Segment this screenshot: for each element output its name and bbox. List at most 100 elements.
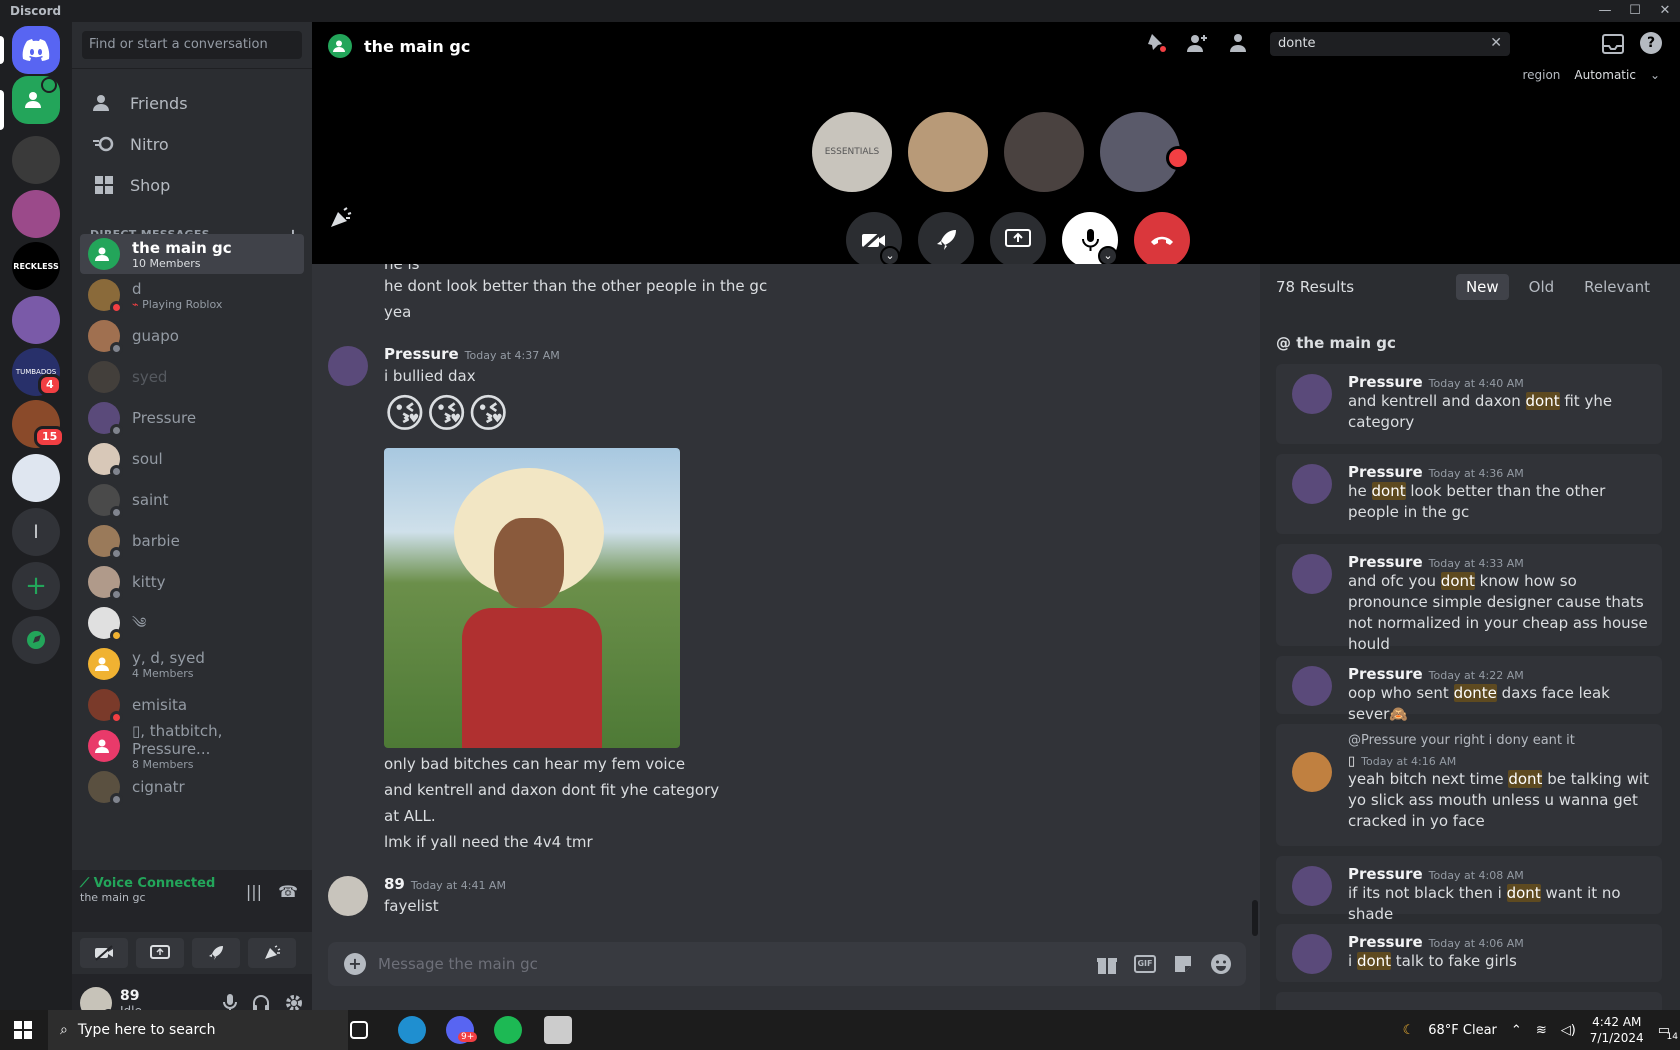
search-input[interactable]: donte ✕ xyxy=(1270,32,1510,56)
dm-item[interactable]: cignatr xyxy=(80,767,304,807)
activity-rocket-icon[interactable] xyxy=(192,938,240,968)
sort-tabs: New Old Relevant xyxy=(1455,274,1660,300)
search-result[interactable]: Pressure Today at 4:40 AM and kentrell an… xyxy=(1276,364,1662,444)
tab-new[interactable]: New xyxy=(1455,274,1509,300)
clear-search-icon[interactable]: ✕ xyxy=(1490,35,1502,51)
tray-chevron-icon[interactable]: ⌃ xyxy=(1511,1023,1522,1038)
noise-suppression-icon[interactable]: ||| xyxy=(246,882,262,901)
inbox-icon[interactable] xyxy=(1602,34,1624,54)
dm-item[interactable]: emisita xyxy=(80,685,304,725)
pin-icon[interactable] xyxy=(1146,32,1168,54)
hang-up-button[interactable] xyxy=(1134,212,1190,268)
reckless-server-icon[interactable]: RECKLESS xyxy=(12,242,60,290)
server-icon[interactable] xyxy=(12,136,60,184)
region-selector[interactable]: region Automatic ⌄ xyxy=(1522,68,1660,82)
server-icon[interactable] xyxy=(12,454,60,502)
maximize-button[interactable]: ☐ xyxy=(1620,0,1650,22)
message-input[interactable]: Message the main gc xyxy=(378,955,538,973)
message-composer[interactable]: + Message the main gc GIF xyxy=(328,942,1246,986)
dm-item[interactable]: syed xyxy=(80,357,304,397)
message-author[interactable]: Pressure xyxy=(384,345,459,363)
voice-connected-label[interactable]: ⟋ Voice Connected xyxy=(80,876,304,891)
dm-item[interactable]: d ⌁ Playing Roblox xyxy=(80,275,304,315)
dm-name: guapo xyxy=(132,327,179,345)
nav-friends[interactable]: Friends xyxy=(80,82,304,124)
add-server-icon[interactable]: + xyxy=(12,562,60,610)
search-result[interactable]: Pressure Today at 4:22 AM oop who sent do… xyxy=(1276,656,1662,723)
help-icon[interactable]: ? xyxy=(1640,32,1662,54)
avatar xyxy=(88,320,123,355)
chevron-down-icon[interactable]: ⌄ xyxy=(1098,246,1118,266)
avatar[interactable] xyxy=(328,346,368,386)
server-rail: RECKLESS TUMBADOS 4 15 l + xyxy=(0,22,72,1010)
screen-share-button[interactable] xyxy=(990,212,1046,268)
discord-home-icon[interactable] xyxy=(12,26,60,74)
tab-old[interactable]: Old xyxy=(1519,274,1565,300)
dm-item[interactable]: ༄ xyxy=(80,603,304,643)
dm-search-input[interactable]: Find or start a conversation xyxy=(82,31,302,59)
dm-item[interactable]: y, d, syed 4 Members xyxy=(80,644,304,684)
avatar xyxy=(88,566,123,601)
participant-tile[interactable]: ESSENTIALS xyxy=(812,112,892,192)
wifi-icon[interactable]: ≋ xyxy=(1536,1023,1547,1038)
taskbar-search[interactable]: ⌕ Type here to search xyxy=(48,1010,348,1050)
nav-nitro[interactable]: Nitro xyxy=(80,123,304,165)
emoji-icon[interactable] xyxy=(1210,953,1232,975)
gif-icon[interactable]: GIF xyxy=(1134,955,1156,973)
explore-servers-icon[interactable] xyxy=(12,616,60,664)
dm-item[interactable]: ▯, thatbitch, Pressure... 8 Members xyxy=(80,722,304,771)
scrollbar[interactable] xyxy=(1252,900,1258,936)
dm-item[interactable]: the main gc 10 Members xyxy=(80,234,304,274)
server-icon[interactable] xyxy=(12,190,60,238)
voice-channel-name[interactable]: the main gc xyxy=(80,891,304,904)
image-attachment[interactable] xyxy=(384,448,680,748)
server-l-icon[interactable]: l xyxy=(12,508,60,556)
participant-tile[interactable] xyxy=(1004,112,1084,192)
search-result[interactable] xyxy=(1276,992,1662,1010)
screen-share-icon[interactable] xyxy=(136,938,184,968)
dm-item[interactable]: saint xyxy=(80,480,304,520)
avatar[interactable] xyxy=(328,876,368,916)
results-channel[interactable]: @ the main gc xyxy=(1276,334,1396,352)
spotify-icon[interactable] xyxy=(494,1016,522,1044)
nav-shop[interactable]: Shop xyxy=(80,164,304,206)
task-view-icon[interactable] xyxy=(350,1021,368,1039)
video-off-icon[interactable] xyxy=(80,938,128,968)
volume-icon[interactable]: ◁) xyxy=(1561,1023,1576,1038)
clock[interactable]: 4:42 AM 7/1/2024 xyxy=(1590,1014,1644,1046)
disconnect-icon[interactable]: ☎ xyxy=(278,882,298,901)
soundboard-icon[interactable] xyxy=(328,206,354,230)
search-result[interactable]: Pressure Today at 4:08 AM if its not blac… xyxy=(1276,856,1662,923)
edge-browser-icon[interactable] xyxy=(398,1016,426,1044)
message-author[interactable]: 89 xyxy=(384,875,405,893)
minimize-button[interactable]: — xyxy=(1590,0,1620,22)
member-list-icon[interactable] xyxy=(1226,32,1250,54)
dm-item[interactable]: barbie xyxy=(80,521,304,561)
server-icon[interactable] xyxy=(12,296,60,344)
add-friend-icon[interactable] xyxy=(1186,32,1208,54)
weather-text[interactable]: 68°F Clear xyxy=(1428,1023,1497,1038)
dm-item[interactable]: guapo xyxy=(80,316,304,356)
dm-item[interactable]: kitty xyxy=(80,562,304,602)
dm-name: soul xyxy=(132,450,163,468)
notifications-icon[interactable]: ▭ 14 xyxy=(1658,1023,1678,1042)
search-result[interactable]: @Pressure your right i dony eant it ▯ Tod… xyxy=(1276,724,1662,846)
app-icon[interactable] xyxy=(544,1016,572,1044)
shop-icon xyxy=(92,173,116,197)
activity-button[interactable] xyxy=(918,212,974,268)
close-window-button[interactable]: ✕ xyxy=(1650,0,1680,22)
windows-start-icon[interactable] xyxy=(14,1021,32,1039)
gift-icon[interactable] xyxy=(1096,953,1118,975)
search-result[interactable]: Pressure Today at 4:06 AM i dont talk to … xyxy=(1276,924,1662,982)
search-query: donte xyxy=(1278,36,1316,51)
sticker-icon[interactable] xyxy=(1172,953,1194,975)
soundboard-icon[interactable] xyxy=(248,938,296,968)
participant-tile[interactable] xyxy=(908,112,988,192)
add-attachment-icon[interactable]: + xyxy=(344,953,366,975)
search-result[interactable]: Pressure Today at 4:33 AM and ofc you don… xyxy=(1276,544,1662,653)
tab-relevant[interactable]: Relevant xyxy=(1574,274,1660,300)
dm-item[interactable]: soul xyxy=(80,439,304,479)
search-result[interactable]: Pressure Today at 4:36 AM he dont look be… xyxy=(1276,454,1662,534)
dm-item[interactable]: Pressure xyxy=(80,398,304,438)
chevron-down-icon[interactable]: ⌄ xyxy=(880,246,900,266)
